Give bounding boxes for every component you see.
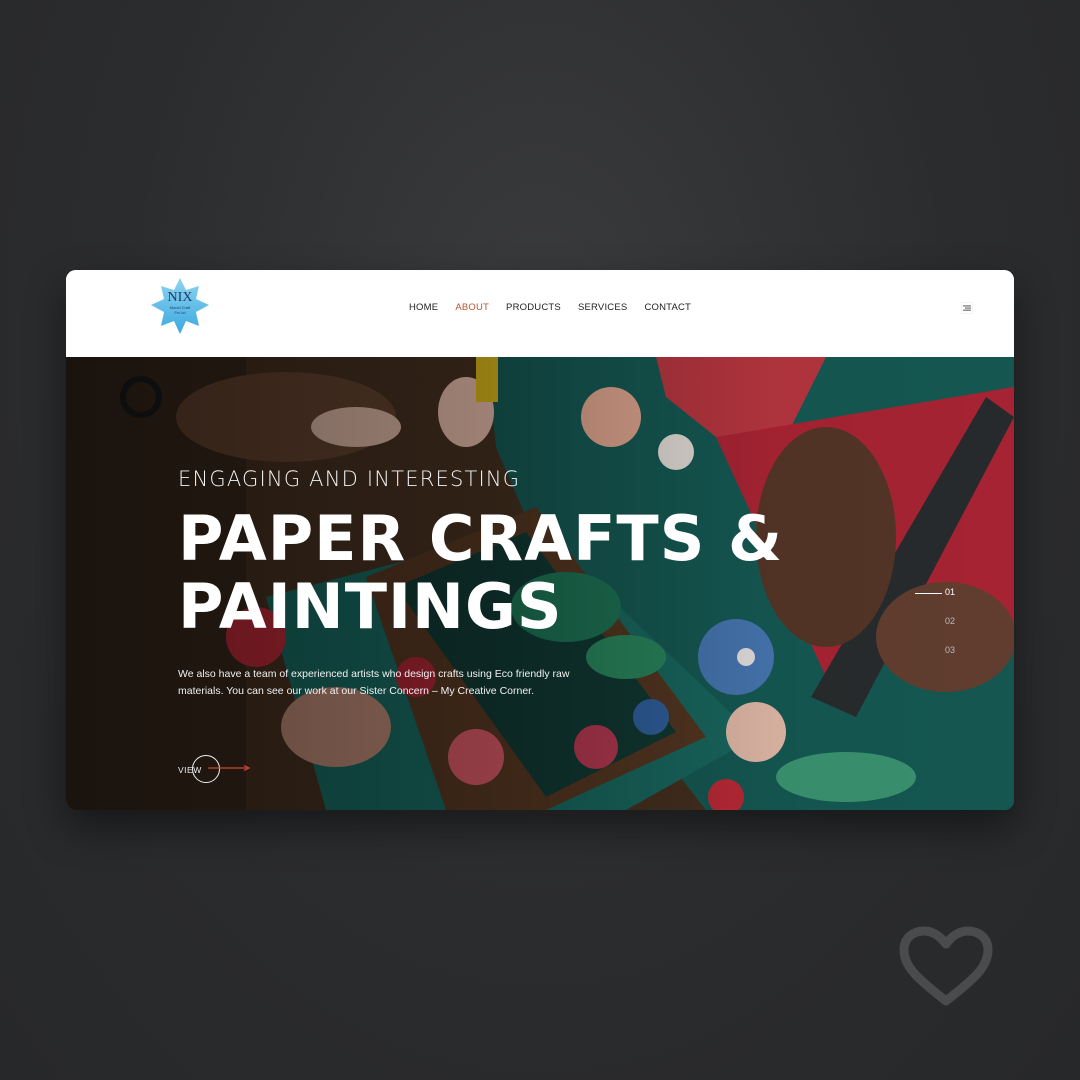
- active-slide-line: [915, 593, 942, 594]
- logo-star-icon: NIX Mould Craft Pvt Ltd: [151, 278, 209, 334]
- slide-pagination: 01 02 03: [915, 587, 995, 674]
- slide-number: 01: [945, 587, 956, 597]
- slide-number: 03: [945, 645, 956, 655]
- nav-item-contact[interactable]: CONTACT: [644, 302, 691, 313]
- hero-banner: ENGAGING AND INTERESTING PAPER CRAFTS & …: [66, 357, 1014, 810]
- hero-headline-line-2: PAINTINGS: [178, 570, 563, 643]
- hero-headline-line-1: PAPER CRAFTS &: [178, 502, 784, 575]
- website-screenshot-card: NIX Mould Craft Pvt Ltd HOME ABOUT PRODU…: [66, 270, 1014, 810]
- slide-indicator-01[interactable]: 01: [915, 587, 995, 616]
- brand-logo[interactable]: NIX Mould Craft Pvt Ltd: [149, 276, 211, 338]
- main-navigation: HOME ABOUT PRODUCTS SERVICES CONTACT: [409, 302, 708, 313]
- top-navbar: NIX Mould Craft Pvt Ltd HOME ABOUT PRODU…: [66, 270, 1014, 357]
- slide-indicator-03[interactable]: 03: [915, 645, 995, 674]
- view-button[interactable]: VIEW: [178, 755, 268, 785]
- nav-item-about[interactable]: ABOUT: [455, 302, 489, 313]
- hero-headline: PAPER CRAFTS & PAINTINGS: [178, 505, 783, 641]
- nav-item-services[interactable]: SERVICES: [578, 302, 627, 313]
- hero-kicker: ENGAGING AND INTERESTING: [178, 467, 521, 491]
- heart-outline-icon[interactable]: [898, 925, 994, 1009]
- hero-description: We also have a team of experienced artis…: [178, 668, 570, 697]
- arrow-right-icon: [208, 765, 251, 771]
- logo-subtext-2: Pvt Ltd: [175, 311, 186, 315]
- nav-item-home[interactable]: HOME: [409, 302, 438, 313]
- logo-subtext: Mould Craft: [170, 305, 192, 310]
- hamburger-menu-icon[interactable]: [960, 301, 974, 315]
- logo-text: NIX: [168, 290, 193, 305]
- slide-indicator-02[interactable]: 02: [915, 616, 995, 645]
- nav-item-products[interactable]: PRODUCTS: [506, 302, 561, 313]
- slide-number: 02: [945, 616, 956, 626]
